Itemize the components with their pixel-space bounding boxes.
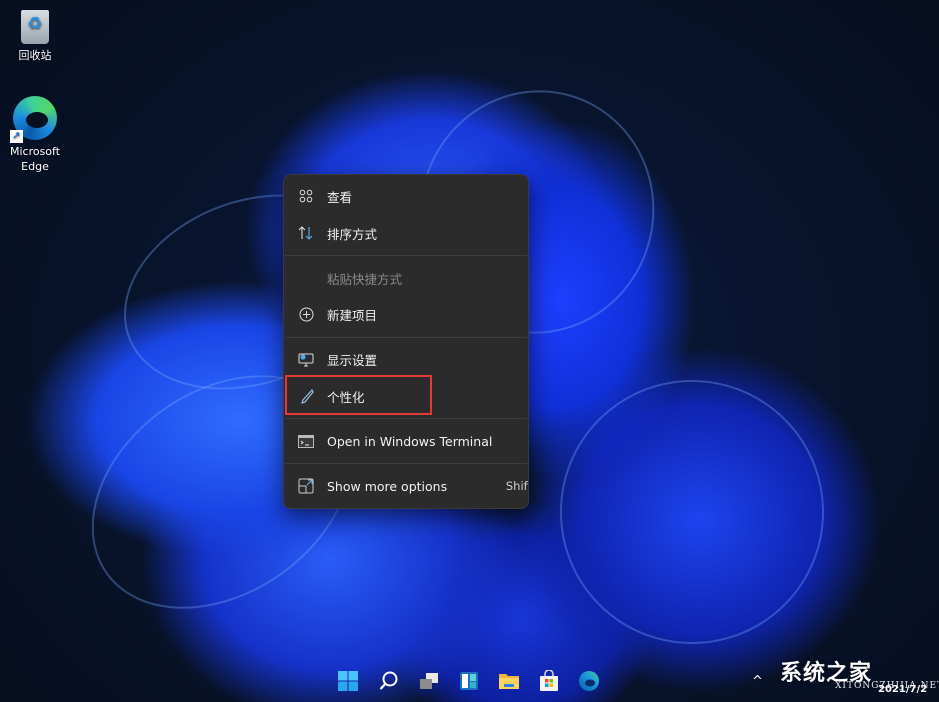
- desktop-icon-recycle-bin[interactable]: 回收站: [3, 10, 67, 63]
- brush-icon: [297, 387, 315, 405]
- taskbar-widgets-button[interactable]: [458, 670, 482, 694]
- menu-item-shortcut: Shift: [505, 479, 528, 493]
- grid-view-icon: [297, 187, 315, 205]
- menu-item-label: 查看: [327, 189, 353, 205]
- edge-icon: ↗: [10, 96, 57, 143]
- menu-separator: [285, 337, 527, 338]
- menu-item-label: 粘贴快捷方式: [327, 271, 403, 287]
- taskbar-file-explorer-button[interactable]: [498, 670, 522, 694]
- recycle-bin-icon: [21, 10, 49, 44]
- menu-item-personalize[interactable]: 个性化: [288, 379, 524, 413]
- display-settings-icon: [297, 350, 315, 368]
- taskbar-edge-button[interactable]: [578, 670, 602, 694]
- folder-icon: [499, 674, 519, 689]
- menu-item-paste-shortcut: 粘贴快捷方式: [288, 261, 524, 295]
- menu-item-open-terminal[interactable]: Open in Windows Terminal: [288, 424, 524, 458]
- menu-item-label: 排序方式: [327, 226, 378, 242]
- taskbar-start-button[interactable]: [337, 670, 361, 694]
- menu-item-label: Open in Windows Terminal: [327, 433, 493, 449]
- edge-icon: [579, 671, 599, 691]
- menu-separator: [285, 255, 527, 256]
- tray-date[interactable]: 2021/7/2: [878, 684, 927, 695]
- taskbar-store-button[interactable]: [538, 669, 562, 694]
- desktop-icon-label: 回收站: [18, 49, 52, 62]
- menu-item-label: 显示设置: [327, 352, 378, 368]
- menu-item-display-settings[interactable]: 显示设置: [288, 342, 524, 376]
- desktop-icon-label-line1: Microsoft: [9, 145, 61, 158]
- desktop-icon-label-line2: Edge: [21, 160, 49, 173]
- sort-arrows-icon: [297, 224, 315, 242]
- menu-separator: [285, 418, 527, 419]
- desktop-context-menu: 查看 排序方式 粘贴快捷方式 新建项目 显示设置 个性化 Open in Win…: [283, 174, 529, 509]
- menu-item-label: 个性化: [327, 389, 365, 405]
- tray-overflow-chevron[interactable]: ^: [752, 674, 763, 689]
- plus-circle-icon: [297, 305, 315, 323]
- menu-item-view[interactable]: 查看: [288, 179, 524, 213]
- menu-item-label: 新建项目: [327, 307, 378, 323]
- search-icon: [379, 671, 398, 690]
- menu-item-new[interactable]: 新建项目: [288, 297, 524, 331]
- store-icon: [540, 669, 558, 691]
- menu-separator: [285, 463, 527, 464]
- widgets-icon: [460, 672, 478, 690]
- windows-start-icon: [338, 671, 358, 691]
- empty-icon-slot: [297, 269, 315, 287]
- taskbar-search-button[interactable]: [378, 670, 402, 694]
- terminal-icon: [297, 432, 315, 450]
- menu-item-sort-by[interactable]: 排序方式: [288, 216, 524, 250]
- taskbar-task-view-button[interactable]: [418, 670, 442, 694]
- shortcut-arrow-icon: ↗: [10, 130, 23, 143]
- desktop-icon-edge[interactable]: ↗ Microsoft Edge: [3, 96, 67, 174]
- menu-item-label: Show more options: [327, 478, 448, 494]
- show-more-icon: [297, 477, 315, 495]
- menu-item-show-more-options[interactable]: Show more options Shift: [288, 469, 528, 503]
- task-view-icon: [420, 673, 438, 689]
